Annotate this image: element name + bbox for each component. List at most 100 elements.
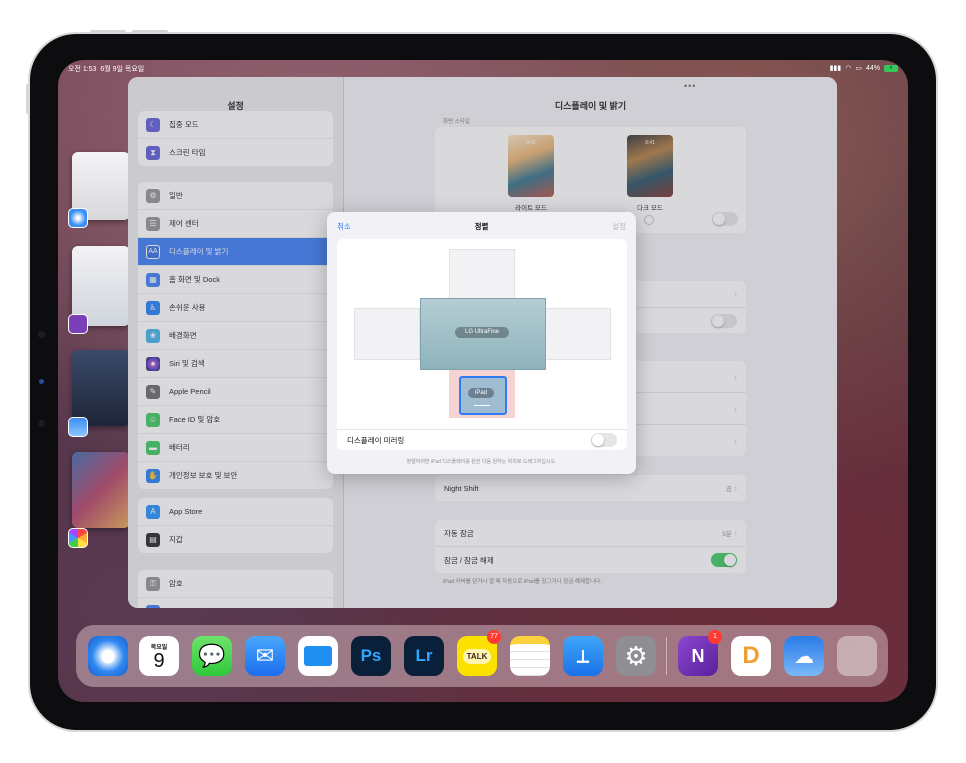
ipad-screen: 오전 1:53 6월 9일 목요일 ▮▮▮ ◠ ▭ 44% ⚡ 설정 ☾ 집중 모…: [58, 60, 908, 702]
night-shift-value: 끔: [725, 486, 732, 493]
sidebar-item-app-store[interactable]: A App Store: [138, 498, 333, 526]
files-app-icon[interactable]: [298, 636, 338, 676]
sidebar-item-label: Siri 및 검색: [169, 359, 205, 368]
pencil-magnet-1: [38, 331, 45, 338]
external-display-label: LG UltraFine: [455, 327, 509, 338]
moon-icon: ☾: [146, 117, 160, 132]
pencil-icon: ✎: [146, 384, 160, 399]
calendar-app-icon[interactable]: 목요일 9: [139, 636, 179, 676]
notes-app-icon[interactable]: [510, 636, 550, 676]
auto-lock-row[interactable]: 자동 잠금 5분 ›: [435, 520, 746, 547]
folder-icon: [304, 646, 332, 666]
light-mode-preview[interactable]: 9:41: [508, 135, 554, 197]
chevron-right-icon: ›: [734, 528, 737, 538]
mirroring-label: 디스플레이 미러링: [347, 435, 405, 445]
dark-mode-radio[interactable]: [644, 215, 654, 225]
safari-app-icon[interactable]: ⊕: [88, 636, 128, 676]
safari-small-icon: [68, 208, 88, 228]
sidebar-item-label: 디스플레이 및 밝기: [169, 247, 229, 256]
dark-mode-preview[interactable]: 9:41: [627, 135, 673, 197]
sidebar-item-display-brightness[interactable]: AA 디스플레이 및 밝기: [138, 238, 333, 266]
done-button[interactable]: 설정: [612, 221, 626, 232]
sidebar-item-face-id[interactable]: ☺ Face ID 및 암호: [138, 406, 333, 434]
sidebar-item-siri-search[interactable]: ● Siri 및 검색: [138, 350, 333, 378]
sidebar-item-label: 일반: [169, 191, 183, 200]
photoshop-app-icon[interactable]: Ps: [351, 636, 391, 676]
cellular-icon: ▮▮▮: [829, 65, 842, 72]
sidebar-item-wallpaper[interactable]: ❀ 배경화면: [138, 322, 333, 350]
sidebar-item-accessibility[interactable]: ♿ 손쉬운 사용: [138, 294, 333, 322]
auto-lock-value: 5분: [722, 531, 732, 538]
messages-app-icon[interactable]: 💬: [192, 636, 232, 676]
status-time: 오전 1:53 6월 9일 목요일: [68, 64, 144, 74]
sidebar-item-label: Apple Pencil: [169, 387, 211, 396]
light-mode-label: 라이트 모드: [515, 205, 547, 212]
multitasking-dots[interactable]: •••: [684, 81, 696, 91]
day-one-app-icon[interactable]: D: [731, 636, 771, 676]
switcher-card-photos[interactable]: [72, 452, 130, 528]
sidebar-item-focus[interactable]: ☾ 집중 모드: [138, 111, 333, 139]
app-library-icon[interactable]: [837, 636, 877, 676]
onenote-small-icon: [68, 314, 88, 334]
switcher-card-weather[interactable]: [72, 350, 130, 426]
lock-footer: iPad 커버를 닫거나 열 때 자동으로 iPad를 잠그거나 잠금 해제합니…: [443, 579, 602, 585]
lock-unlock-toggle[interactable]: [711, 553, 737, 567]
sidebar-item-label: Face ID 및 암호: [169, 415, 221, 424]
dock: ⊕ 목요일 9 💬 ✉ Ps Lr TALK 77 ⟂ ⚙ N 1 D ☁: [76, 625, 888, 687]
mail-app-icon[interactable]: ✉: [245, 636, 285, 676]
ipad-display-tile[interactable]: iPad: [459, 376, 507, 415]
bold-text-toggle[interactable]: [711, 314, 737, 328]
placement-slot-left[interactable]: [354, 308, 420, 360]
night-shift-label: Night Shift: [444, 483, 479, 493]
sidebar-item-passwords[interactable]: ⚿ 암호: [138, 570, 333, 598]
key-icon: ⚿: [146, 576, 160, 591]
kakaotalk-app-icon[interactable]: TALK 77: [457, 630, 501, 676]
placement-slot-top[interactable]: [449, 249, 515, 301]
status-date: 6월 9일 목요일: [100, 66, 145, 73]
dark-mode-label: 다크 모드: [637, 205, 663, 212]
night-shift-card: Night Shift 끔 ›: [435, 475, 746, 501]
hand-icon: ✋: [146, 468, 160, 483]
sidebar-item-control-center[interactable]: ☰ 제어 센터: [138, 210, 333, 238]
face-id-icon: ☺: [146, 412, 160, 427]
sidebar-item-screen-time[interactable]: ⧗ 스크린 타임: [138, 139, 333, 166]
weather-app-icon[interactable]: ☁: [784, 636, 824, 676]
lightroom-app-icon[interactable]: Lr: [404, 636, 444, 676]
auto-appearance-toggle[interactable]: [712, 212, 738, 226]
night-shift-row[interactable]: Night Shift 끔 ›: [435, 475, 746, 501]
chevron-right-icon: ›: [734, 403, 737, 414]
wallet-icon: ▤: [146, 532, 160, 547]
sidebar-item-label: 지갑: [169, 535, 183, 544]
placement-slot-right[interactable]: [545, 308, 611, 360]
status-bar: 오전 1:53 6월 9일 목요일 ▮▮▮ ◠ ▭ 44% ⚡: [68, 64, 898, 76]
wallpaper-icon: ❀: [146, 328, 160, 343]
hourglass-icon: ⧗: [146, 145, 160, 160]
keynote-app-icon[interactable]: ⟂: [563, 636, 603, 676]
control-center-icon: ☰: [146, 216, 160, 231]
mirroring-toggle[interactable]: [591, 433, 617, 447]
sidebar-item-next[interactable]: [138, 598, 333, 608]
sidebar-item-wallet[interactable]: ▤ 지갑: [138, 526, 333, 553]
battery-icon: ▬: [146, 440, 160, 455]
battery-icon: ⚡: [884, 64, 898, 72]
sidebar-item-home-dock[interactable]: ▦ 홈 화면 및 Dock: [138, 266, 333, 294]
chevron-right-icon: ›: [734, 289, 737, 299]
sidebar-item-battery[interactable]: ▬ 배터리: [138, 434, 333, 462]
sidebar-item-apple-pencil[interactable]: ✎ Apple Pencil: [138, 378, 333, 406]
chevron-right-icon: ›: [734, 371, 737, 382]
sidebar-group-2: ⚙ 일반 ☰ 제어 센터 AA 디스플레이 및 밝기 ▦ 홈 화면 및 Dock ♿ 손쉬…: [138, 182, 333, 489]
display-arrangement-area: LG UltraFine iPad: [337, 239, 627, 429]
settings-app-icon[interactable]: ⚙: [616, 636, 656, 676]
wifi-icon: ◠: [845, 65, 852, 72]
sidebar-item-label: 제어 센터: [169, 219, 199, 228]
onenote-app-icon[interactable]: N 1: [678, 630, 722, 676]
camera-dot: [39, 379, 44, 384]
main-title: 디스플레이 및 밝기: [554, 101, 627, 111]
chevron-right-icon: ›: [734, 483, 737, 493]
external-display-lg-ultrafine[interactable]: LG UltraFine: [420, 298, 546, 370]
sidebar-item-general[interactable]: ⚙ 일반: [138, 182, 333, 210]
sidebar-item-label: 홈 화면 및 Dock: [169, 275, 220, 284]
onenote-badge: 1: [708, 630, 722, 644]
weather-small-icon: [68, 417, 88, 437]
sidebar-item-privacy[interactable]: ✋ 개인정보 보호 및 보안: [138, 462, 333, 489]
